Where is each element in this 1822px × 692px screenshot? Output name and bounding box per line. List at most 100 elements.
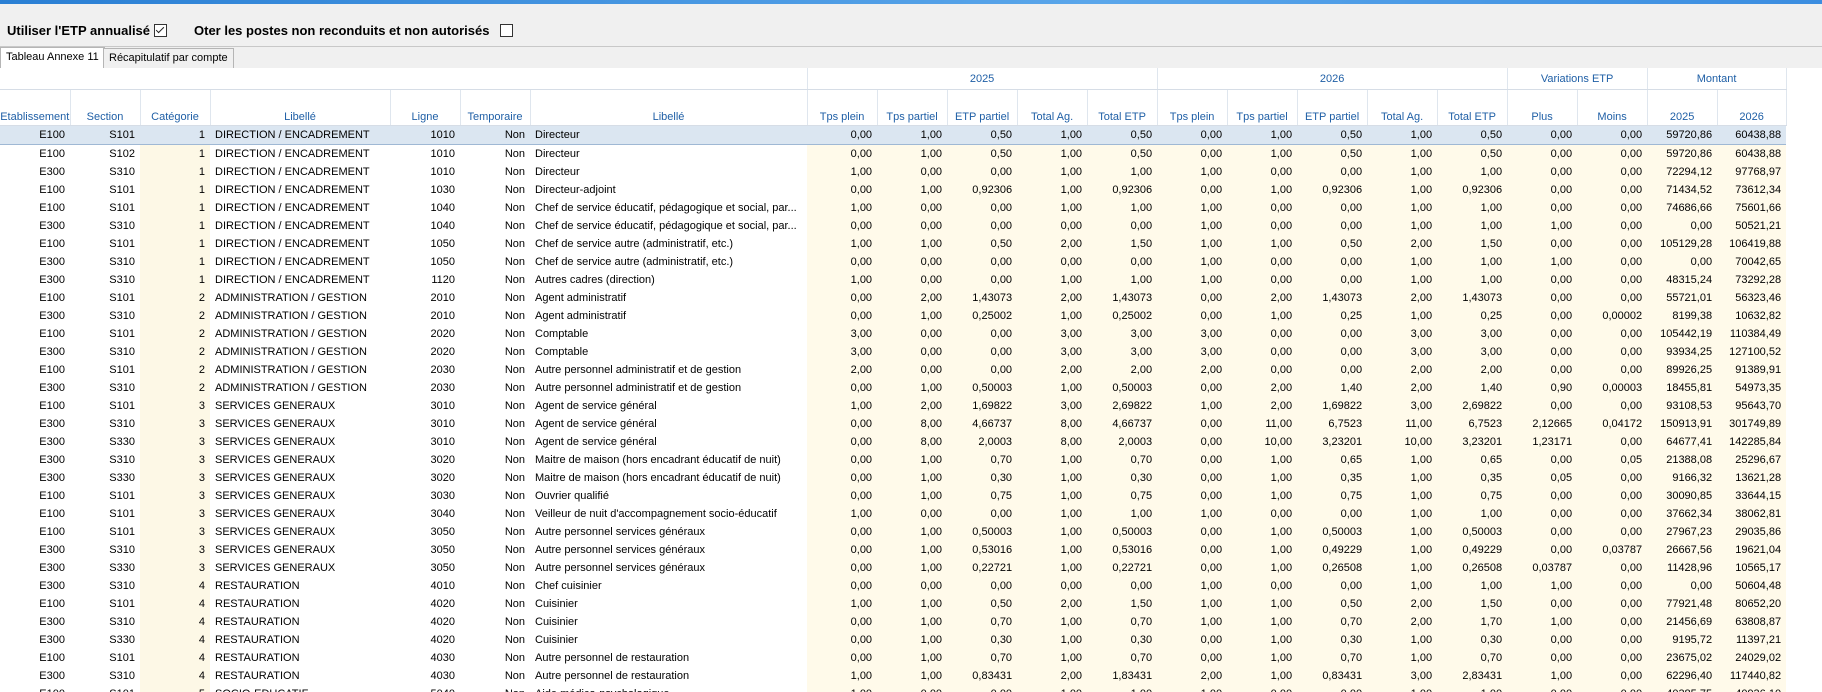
table-cell[interactable]: 0,50: [1087, 144, 1158, 163]
table-cell[interactable]: 0,92306: [1087, 181, 1158, 199]
table-cell[interactable]: E100: [0, 487, 70, 505]
table-cell[interactable]: 0,92306: [1297, 181, 1368, 199]
table-cell[interactable]: E300: [0, 577, 70, 595]
table-cell[interactable]: 0,49229: [1297, 541, 1368, 559]
table-cell[interactable]: S102: [70, 145, 140, 164]
table-cell[interactable]: Non: [460, 217, 530, 235]
table-cell[interactable]: 1,00: [1087, 685, 1158, 692]
table-cell[interactable]: 93108,53: [1647, 397, 1718, 415]
table-cell[interactable]: 1,00: [1437, 253, 1508, 271]
table-cell[interactable]: E300: [0, 613, 70, 631]
table-cell[interactable]: 117440,82: [1717, 667, 1787, 685]
table-cell[interactable]: 0,00: [877, 163, 948, 181]
table-cell[interactable]: 1010: [390, 163, 460, 181]
table-cell[interactable]: 1,00: [1227, 595, 1298, 613]
table-row[interactable]: E100 S101 1 DIRECTION / ENCADREMENT 1030 Non D…: [0, 181, 1787, 199]
table-cell[interactable]: Autre personnel de restauration: [530, 667, 807, 685]
table-cell[interactable]: 0,00: [1297, 271, 1368, 289]
table-row[interactable]: E300 S310 4 RESTAURATION 4030 Non Autre person…: [0, 667, 1787, 685]
table-cell[interactable]: Non: [460, 343, 530, 361]
table-cell[interactable]: E300: [0, 163, 70, 181]
table-cell[interactable]: 9166,32: [1647, 469, 1718, 487]
table-cell[interactable]: S330: [70, 631, 140, 649]
table-cell[interactable]: DIRECTION / ENCADREMENT: [210, 145, 390, 164]
table-cell[interactable]: 1: [140, 125, 210, 145]
table-row[interactable]: E100 S101 4 RESTAURATION 4020 Non Cuisinier 1,0…: [0, 595, 1787, 613]
table-cell[interactable]: 1,00: [1367, 487, 1438, 505]
table-cell[interactable]: 10,00: [1367, 433, 1438, 451]
table-cell[interactable]: 0,50003: [1087, 523, 1158, 541]
table-cell[interactable]: 1,00: [1507, 577, 1578, 595]
table-cell[interactable]: 0,50: [1297, 595, 1368, 613]
table-cell[interactable]: 0,00: [1157, 379, 1228, 397]
table-cell[interactable]: 0,35: [1297, 469, 1368, 487]
table-cell[interactable]: 1,00: [1157, 613, 1228, 631]
table-cell[interactable]: E100: [0, 361, 70, 379]
table-cell[interactable]: Maitre de maison (hors encadrant éducati…: [530, 469, 807, 487]
table-cell[interactable]: 0,00: [1507, 325, 1578, 343]
table-cell[interactable]: 0,75: [1297, 487, 1368, 505]
table-cell[interactable]: Non: [460, 325, 530, 343]
table-cell[interactable]: Directeur: [530, 125, 808, 145]
table-cell[interactable]: S101: [70, 199, 140, 217]
table-cell[interactable]: 1,00: [1227, 307, 1298, 325]
table-cell[interactable]: 0,92306: [947, 181, 1018, 199]
table-cell[interactable]: 4,66737: [1087, 415, 1158, 433]
table-cell[interactable]: E300: [0, 307, 70, 325]
table-cell[interactable]: 0,70: [1297, 649, 1368, 667]
table-cell[interactable]: S101: [70, 685, 140, 692]
table-cell[interactable]: 11428,96: [1647, 559, 1718, 577]
table-cell[interactable]: Non: [460, 685, 530, 692]
table-cell[interactable]: 3,00: [807, 325, 878, 343]
table-cell[interactable]: S101: [70, 235, 140, 253]
table-cell[interactable]: E100: [0, 595, 70, 613]
table-cell[interactable]: 0,00: [1577, 505, 1648, 523]
table-cell[interactable]: 8,00: [877, 415, 948, 433]
table-cell[interactable]: 0,92306: [1437, 181, 1508, 199]
table-row[interactable]: E300 S310 3 SERVICES GENERAUX 3050 Non Autre p…: [0, 541, 1787, 559]
table-cell[interactable]: E100: [0, 199, 70, 217]
table-cell[interactable]: 1: [140, 253, 210, 271]
table-cell[interactable]: Non: [460, 433, 530, 451]
table-cell[interactable]: 1,00: [1157, 163, 1228, 181]
table-cell[interactable]: 1,00: [877, 667, 948, 685]
table-cell[interactable]: 0,00: [877, 505, 948, 523]
table-cell[interactable]: 2,0003: [1087, 433, 1158, 451]
table-cell[interactable]: 1,00: [1437, 685, 1508, 692]
table-cell[interactable]: 0,70: [947, 613, 1018, 631]
table-cell[interactable]: 3,00: [1367, 325, 1438, 343]
table-cell[interactable]: 1,00: [1157, 253, 1228, 271]
table-cell[interactable]: 0,00: [1577, 631, 1648, 649]
table-cell[interactable]: 4: [140, 631, 210, 649]
table-cell[interactable]: S330: [70, 433, 140, 451]
table-cell[interactable]: Aide médico-psychologique: [530, 685, 807, 692]
table-cell[interactable]: 4030: [390, 649, 460, 667]
table-cell[interactable]: 0,50003: [1297, 523, 1368, 541]
table-cell[interactable]: 0,00: [807, 451, 878, 469]
table-cell[interactable]: 0,00: [947, 271, 1018, 289]
table-cell[interactable]: 0,00: [807, 144, 878, 163]
table-cell[interactable]: 2,00: [1367, 613, 1438, 631]
table-cell[interactable]: S310: [70, 451, 140, 469]
table-cell[interactable]: 3: [140, 415, 210, 433]
table-cell[interactable]: SERVICES GENERAUX: [210, 541, 390, 559]
table-cell[interactable]: 0,00: [877, 361, 948, 379]
column-header[interactable]: ETP partiel: [947, 89, 1018, 126]
table-cell[interactable]: 1,70: [1437, 613, 1508, 631]
table-cell[interactable]: 0,00: [1157, 144, 1228, 163]
table-cell[interactable]: 3,00: [1087, 343, 1158, 361]
table-cell[interactable]: Autre personnel administratif et de gest…: [530, 379, 807, 397]
table-cell[interactable]: 2,00: [877, 397, 948, 415]
table-cell[interactable]: 1,00: [1437, 505, 1508, 523]
table-cell[interactable]: 1,40: [1437, 379, 1508, 397]
table-cell[interactable]: 4030: [390, 667, 460, 685]
table-cell[interactable]: 1,00: [877, 613, 948, 631]
table-cell[interactable]: 2,00: [1157, 361, 1228, 379]
table-cell[interactable]: 3,00: [1087, 325, 1158, 343]
table-cell[interactable]: 6,7523: [1297, 415, 1368, 433]
table-cell[interactable]: 1,23171: [1507, 433, 1578, 451]
table-cell[interactable]: 142285,84: [1717, 433, 1787, 451]
table-row[interactable]: E100 S101 4 RESTAURATION 4030 Non Autre person…: [0, 649, 1787, 667]
table-cell[interactable]: 4: [140, 577, 210, 595]
table-cell[interactable]: ADMINISTRATION / GESTION: [210, 307, 390, 325]
